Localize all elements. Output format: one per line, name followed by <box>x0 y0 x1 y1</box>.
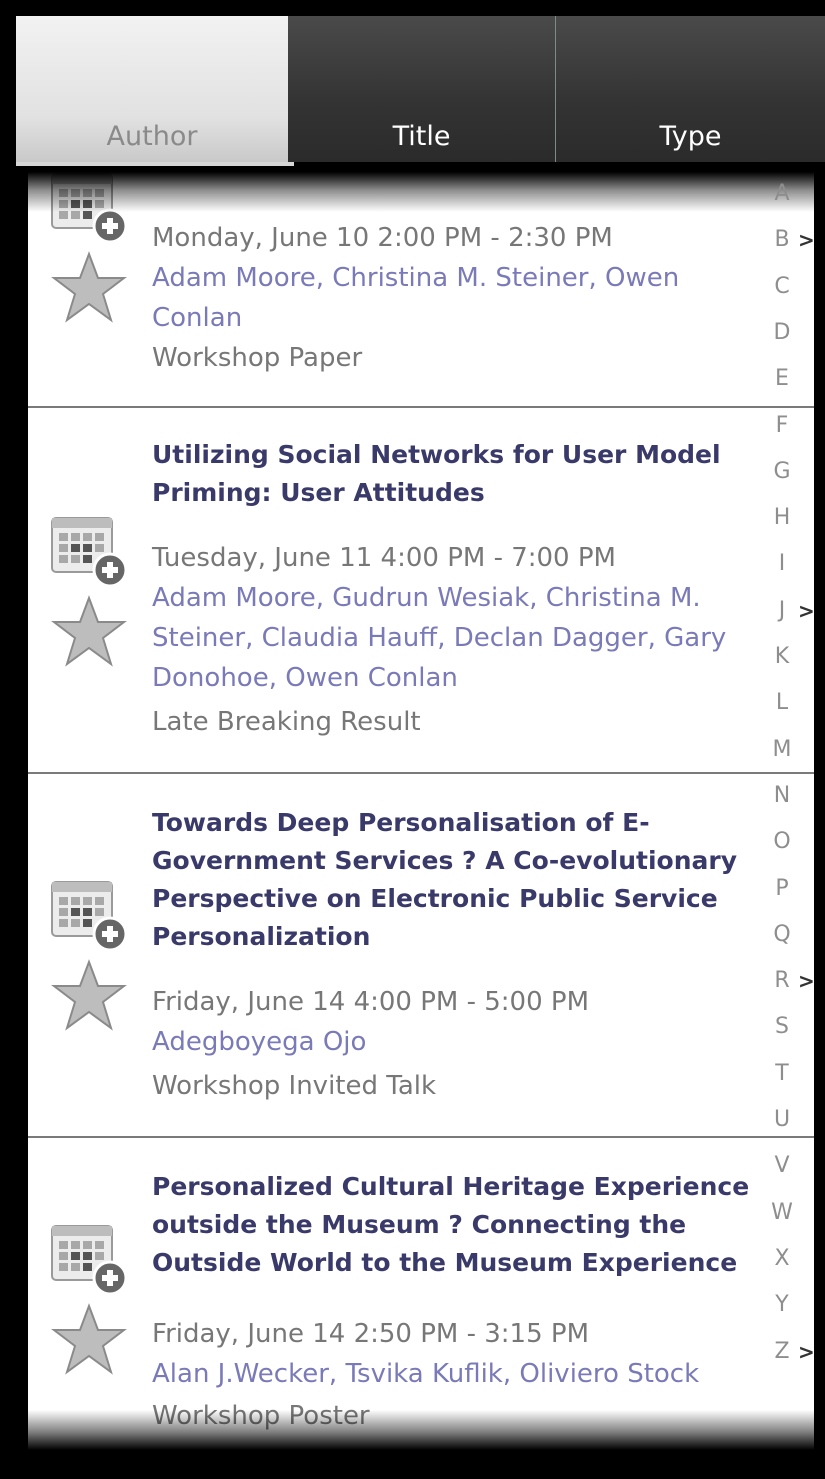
list-item[interactable]: Utilizing Social Networks for User Model… <box>28 408 814 774</box>
session-authors[interactable]: Adam Moore, Christina M. Steiner, Owen C… <box>152 258 752 338</box>
index-letter-o[interactable]: O <box>770 828 794 856</box>
index-letter-k[interactable]: K <box>770 643 794 671</box>
index-letter-b[interactable]: B <box>770 226 794 254</box>
session-type: Workshop Poster <box>152 1401 370 1431</box>
tab-author[interactable]: Author <box>16 16 288 162</box>
session-authors[interactable]: Adegboyega Ojo <box>152 1022 772 1062</box>
tab-title[interactable]: Title <box>288 16 556 162</box>
calendar-add-icon[interactable] <box>50 172 128 244</box>
star-icon[interactable] <box>50 1302 128 1376</box>
session-datetime: Friday, June 14 2:50 PM - 3:15 PM <box>152 1319 589 1349</box>
session-type: Late Breaking Result <box>152 707 421 737</box>
index-letter-f[interactable]: F <box>770 412 794 440</box>
chevron-right-icon: > <box>798 598 815 623</box>
list-item[interactable]: Towards Deep Personalisation of E-Govern… <box>28 774 814 1138</box>
index-letter-i[interactable]: I <box>770 550 794 578</box>
chevron-right-icon: > <box>798 228 815 253</box>
index-letter-s[interactable]: S <box>770 1013 794 1041</box>
tab-title-label: Title <box>392 121 451 152</box>
index-letter-u[interactable]: U <box>770 1106 794 1134</box>
star-icon[interactable] <box>50 594 128 668</box>
index-letter-h[interactable]: H <box>770 504 794 532</box>
tab-type-label: Type <box>659 121 722 152</box>
index-letter-w[interactable]: W <box>770 1199 794 1227</box>
session-datetime: Tuesday, June 11 4:00 PM - 7:00 PM <box>152 543 616 573</box>
index-letter-r[interactable]: R <box>770 967 794 995</box>
tab-author-label: Author <box>106 121 198 152</box>
index-letter-l[interactable]: L <box>770 689 794 717</box>
list-item[interactable]: Personalized Cultural Heritage Experienc… <box>28 1138 814 1450</box>
calendar-add-icon[interactable] <box>50 880 128 952</box>
index-letter-m[interactable]: M <box>770 736 794 764</box>
chevron-right-icon: > <box>798 969 815 994</box>
index-letter-a[interactable]: A <box>770 180 794 208</box>
index-letter-n[interactable]: N <box>770 782 794 810</box>
session-title: Towards Deep Personalisation of E-Govern… <box>152 808 737 951</box>
session-datetime: Monday, June 10 2:00 PM - 2:30 PM <box>152 223 613 253</box>
session-type: Workshop Paper <box>152 343 363 373</box>
index-letter-g[interactable]: G <box>770 458 794 486</box>
index-letter-d[interactable]: D <box>770 319 794 347</box>
index-letter-y[interactable]: Y <box>770 1291 794 1319</box>
selected-tab-indicator <box>16 162 294 166</box>
index-letter-p[interactable]: P <box>770 875 794 903</box>
index-letter-c[interactable]: C <box>770 273 794 301</box>
calendar-add-icon[interactable] <box>50 516 128 588</box>
calendar-add-icon[interactable] <box>50 1224 128 1296</box>
star-icon[interactable] <box>50 958 128 1032</box>
session-datetime: Friday, June 14 4:00 PM - 5:00 PM <box>152 987 589 1017</box>
index-letter-j[interactable]: J <box>770 597 794 625</box>
index-letter-x[interactable]: X <box>770 1245 794 1273</box>
index-letter-t[interactable]: T <box>770 1060 794 1088</box>
chevron-right-icon: > <box>798 1339 815 1364</box>
tab-bar: Author Title Type <box>16 16 825 162</box>
index-letter-z[interactable]: Z <box>770 1338 794 1366</box>
session-authors[interactable]: Adam Moore, Gudrun Wesiak, Christina M. … <box>152 578 772 698</box>
index-letter-e[interactable]: E <box>770 365 794 393</box>
session-title: Utilizing Social Networks for User Model… <box>152 440 721 507</box>
session-type: Workshop Invited Talk <box>152 1071 437 1101</box>
session-list[interactable]: Monday, June 10 2:00 PM - 2:30 PM Adam M… <box>28 172 814 1450</box>
session-title: Personalized Cultural Heritage Experienc… <box>152 1172 750 1277</box>
tab-type[interactable]: Type <box>556 16 825 162</box>
session-authors[interactable]: Alan J.Wecker, Tsvika Kuflik, Oliviero S… <box>152 1354 772 1394</box>
index-letter-v[interactable]: V <box>770 1152 794 1180</box>
star-icon[interactable] <box>50 250 128 324</box>
index-letter-q[interactable]: Q <box>770 921 794 949</box>
list-item[interactable]: Monday, June 10 2:00 PM - 2:30 PM Adam M… <box>28 172 814 408</box>
